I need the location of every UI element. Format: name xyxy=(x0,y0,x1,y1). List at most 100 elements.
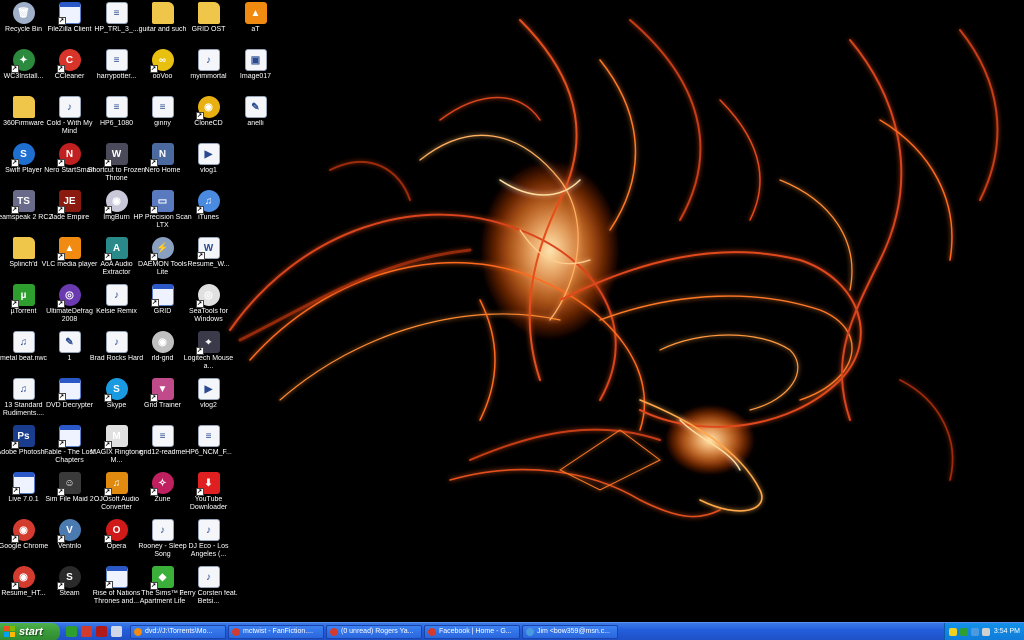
desktop-icon[interactable]: S ↗ Swiff Player xyxy=(0,143,47,189)
shortcut-arrow-icon: ↗ xyxy=(10,300,19,308)
desktop-icon[interactable]: ▲ aT xyxy=(232,2,279,48)
desktop-icon-image: C ↗ xyxy=(56,49,81,73)
desktop-icon-image: ▲ xyxy=(244,2,267,24)
utorrent-quicklaunch-icon[interactable] xyxy=(66,626,77,637)
desktop-icon[interactable]: ◉ ↗ Resume_HT... xyxy=(0,566,47,612)
desktop-icon[interactable]: ⬇ ↗ YouTube Downloader xyxy=(185,472,232,518)
desktop-icon[interactable]: ♪ Brad Rocks Hard xyxy=(90,331,143,377)
desktop-icon-image xyxy=(12,96,35,118)
shortcut-arrow-icon: ↗ xyxy=(149,582,158,590)
taskbar-button[interactable]: (0 unread) Rogers Ya... xyxy=(326,624,422,639)
desktop-icon[interactable]: ≡ ginny xyxy=(139,96,186,142)
shortcut-arrow-icon: ↗ xyxy=(103,206,112,214)
desktop-icon[interactable]: guitar and such xyxy=(139,2,186,48)
desktop-icon-image: ◉ ↗ xyxy=(103,190,128,214)
desktop-icon[interactable]: ≡ grid12-readme xyxy=(139,425,186,471)
opera-quicklaunch-icon[interactable] xyxy=(96,626,107,637)
shortcut-arrow-icon: ↗ xyxy=(103,159,112,167)
desktop-icon[interactable]: ◉ ↗ CloneCD xyxy=(185,96,232,142)
desktop-icon-image: ⚡ ↗ xyxy=(149,237,174,261)
taskbar-button[interactable]: dvd://J:\Torrents\Mo... xyxy=(130,624,226,639)
shortcut-arrow-icon: ↗ xyxy=(149,394,158,402)
desktop-icon[interactable]: ♪ Kelsie Remix xyxy=(93,284,140,330)
desktop-icon[interactable]: ⚡ ↗ DAEMON Tools Lite xyxy=(138,237,187,283)
more-quicklaunch-icon[interactable] xyxy=(111,626,122,637)
desktop-icon[interactable]: ◉ ↗ Google Chrome xyxy=(0,519,48,565)
desktop-icon-image: ✧ ↗ xyxy=(149,472,174,496)
desktop-icon[interactable]: ✦ ↗ WC3Install... xyxy=(0,49,47,95)
app-icon xyxy=(428,627,436,636)
shortcut-arrow-icon: ↗ xyxy=(195,112,204,120)
desktop-icon[interactable]: ≡ HP_TRL_3_... xyxy=(93,2,140,48)
taskbar: start dvd://J:\Torrents\Mo... mctwist - F… xyxy=(0,622,1024,640)
desktop-icon[interactable]: ≡ HP6_1080 xyxy=(93,96,140,142)
taskbar-button[interactable]: mctwist - FanFiction.... xyxy=(228,624,324,639)
desktop-icon[interactable]: ≡ HP6_NCM_F... xyxy=(185,425,232,471)
desktop-icon[interactable]: ▶ vlog1 xyxy=(185,143,232,189)
desktop[interactable]: 🗑 Recycle Bin ✦ ↗ WC3Install... 360Firmware S ↗… xyxy=(0,0,1024,622)
desktop-icon[interactable]: W ↗ Shortcut to Frozen Throne xyxy=(88,143,145,189)
desktop-icon[interactable]: 🗑 Recycle Bin xyxy=(0,2,47,48)
shortcut-arrow-icon: ↗ xyxy=(10,65,19,73)
start-button[interactable]: start xyxy=(0,622,60,640)
shortcut-arrow-icon: ↗ xyxy=(56,488,65,496)
desktop-icon[interactable]: TS ↗ Teamspeak 2 RC2 xyxy=(0,190,52,236)
desktop-icon-label: aT xyxy=(251,26,260,33)
tray-app-icon[interactable] xyxy=(949,627,957,636)
desktop-icon[interactable]: GRID OST xyxy=(185,2,232,48)
desktop-icon[interactable]: ✎ anelli xyxy=(232,96,279,142)
desktop-icon[interactable]: ⌖ ↗ Logitech Mouse a... xyxy=(184,331,233,377)
desktop-icon[interactable]: ♪ Ferry Corsten feat. Betsi... xyxy=(179,566,238,612)
shortcut-arrow-icon: ↗ xyxy=(150,299,159,307)
shortcut-arrow-icon: ↗ xyxy=(56,206,65,214)
desktop-icon[interactable]: ↗ DVD Decrypter xyxy=(46,378,93,424)
shortcut-arrow-icon: ↗ xyxy=(10,206,19,214)
tray-app-icon[interactable] xyxy=(971,627,979,636)
desktop-icon[interactable]: JE ↗ Jade Empire xyxy=(46,190,93,236)
desktop-icon[interactable]: W ↗ Resume_W... xyxy=(185,237,232,283)
desktop-icon[interactable]: ✎ 1 xyxy=(46,331,93,377)
desktop-icon[interactable]: ▼ ↗ Grid Trainer xyxy=(139,378,186,424)
shortcut-arrow-icon: ↗ xyxy=(56,65,65,73)
desktop-icon-label: YouTube Downloader xyxy=(189,496,228,511)
desktop-icon[interactable]: ♪ Cold - With My Mind xyxy=(46,96,93,142)
desktop-icon[interactable]: ♫ 13 Standard Rudiments.... xyxy=(0,378,47,424)
taskbar-button-label: dvd://J:\Torrents\Mo... xyxy=(145,628,213,635)
tray-app-icon[interactable] xyxy=(960,627,968,636)
taskbar-button[interactable]: Jim <bow359@msn.c... xyxy=(522,624,618,639)
desktop-icon[interactable]: ◎ ↗ SeaTools for Windows xyxy=(185,284,232,330)
desktop-icon-image: ≡ xyxy=(105,96,128,118)
desktop-icon[interactable]: V ↗ Ventrilo xyxy=(46,519,93,565)
clock[interactable]: 3:54 PM xyxy=(994,628,1020,635)
desktop-icon[interactable]: S ↗ Skype xyxy=(93,378,140,424)
tray-app-icon[interactable] xyxy=(982,627,990,636)
desktop-icon[interactable]: ▭ ↗ HP Precision Scan LTX xyxy=(133,190,192,236)
desktop-icon[interactable]: ♫ ↗ OJOsoft Audio Converter xyxy=(93,472,140,518)
chrome-quicklaunch-icon[interactable] xyxy=(81,626,92,637)
desktop-icon[interactable]: ♫ metal beat.nwc xyxy=(0,331,47,377)
desktop-icon[interactable]: ♪ DJ Eco - Los Angeles (... xyxy=(185,519,232,565)
desktop-icon[interactable]: ◎ ↗ UltimateDefrag 2008 xyxy=(46,284,93,330)
desktop-icon-label: SeaTools for Windows xyxy=(189,308,228,323)
desktop-icon[interactable]: M ↗ MAGIX Ringtone M... xyxy=(90,425,143,471)
desktop-icon-image: S ↗ xyxy=(56,566,81,590)
desktop-icon[interactable]: C ↗ CCleaner xyxy=(46,49,93,95)
desktop-icon-image: ∞ ↗ xyxy=(149,49,174,73)
desktop-icon[interactable]: Splinch'd xyxy=(0,237,47,283)
desktop-icon-label: Ferry Corsten feat. Betsi... xyxy=(179,590,238,605)
desktop-icon[interactable]: ▣ Image017 xyxy=(232,49,279,95)
desktop-icon[interactable]: ↗ Live 7.0.1 xyxy=(0,472,47,518)
desktop-icon[interactable]: N ↗ Nero Home xyxy=(139,143,186,189)
desktop-icon-image: ✦ ↗ xyxy=(10,49,35,73)
task-buttons: dvd://J:\Torrents\Mo... mctwist - FanFict… xyxy=(128,624,618,639)
desktop-icon[interactable]: ▶ vlog2 xyxy=(185,378,232,424)
taskbar-button[interactable]: Facebook | Home - G... xyxy=(424,624,520,639)
desktop-icon-label: HP6_NCM_F... xyxy=(185,449,232,456)
desktop-icon[interactable]: ♪ myimmortal xyxy=(185,49,232,95)
desktop-icon[interactable]: ↗ FileZilla Client xyxy=(46,2,93,48)
desktop-icon[interactable]: ≡ harrypotter... xyxy=(93,49,140,95)
shortcut-arrow-icon: ↗ xyxy=(196,252,205,260)
shortcut-arrow-icon: ↗ xyxy=(103,488,112,496)
desktop-icon[interactable]: ∞ ↗ ooVoo xyxy=(139,49,186,95)
desktop-icon[interactable]: ♫ ↗ iTunes xyxy=(185,190,232,236)
